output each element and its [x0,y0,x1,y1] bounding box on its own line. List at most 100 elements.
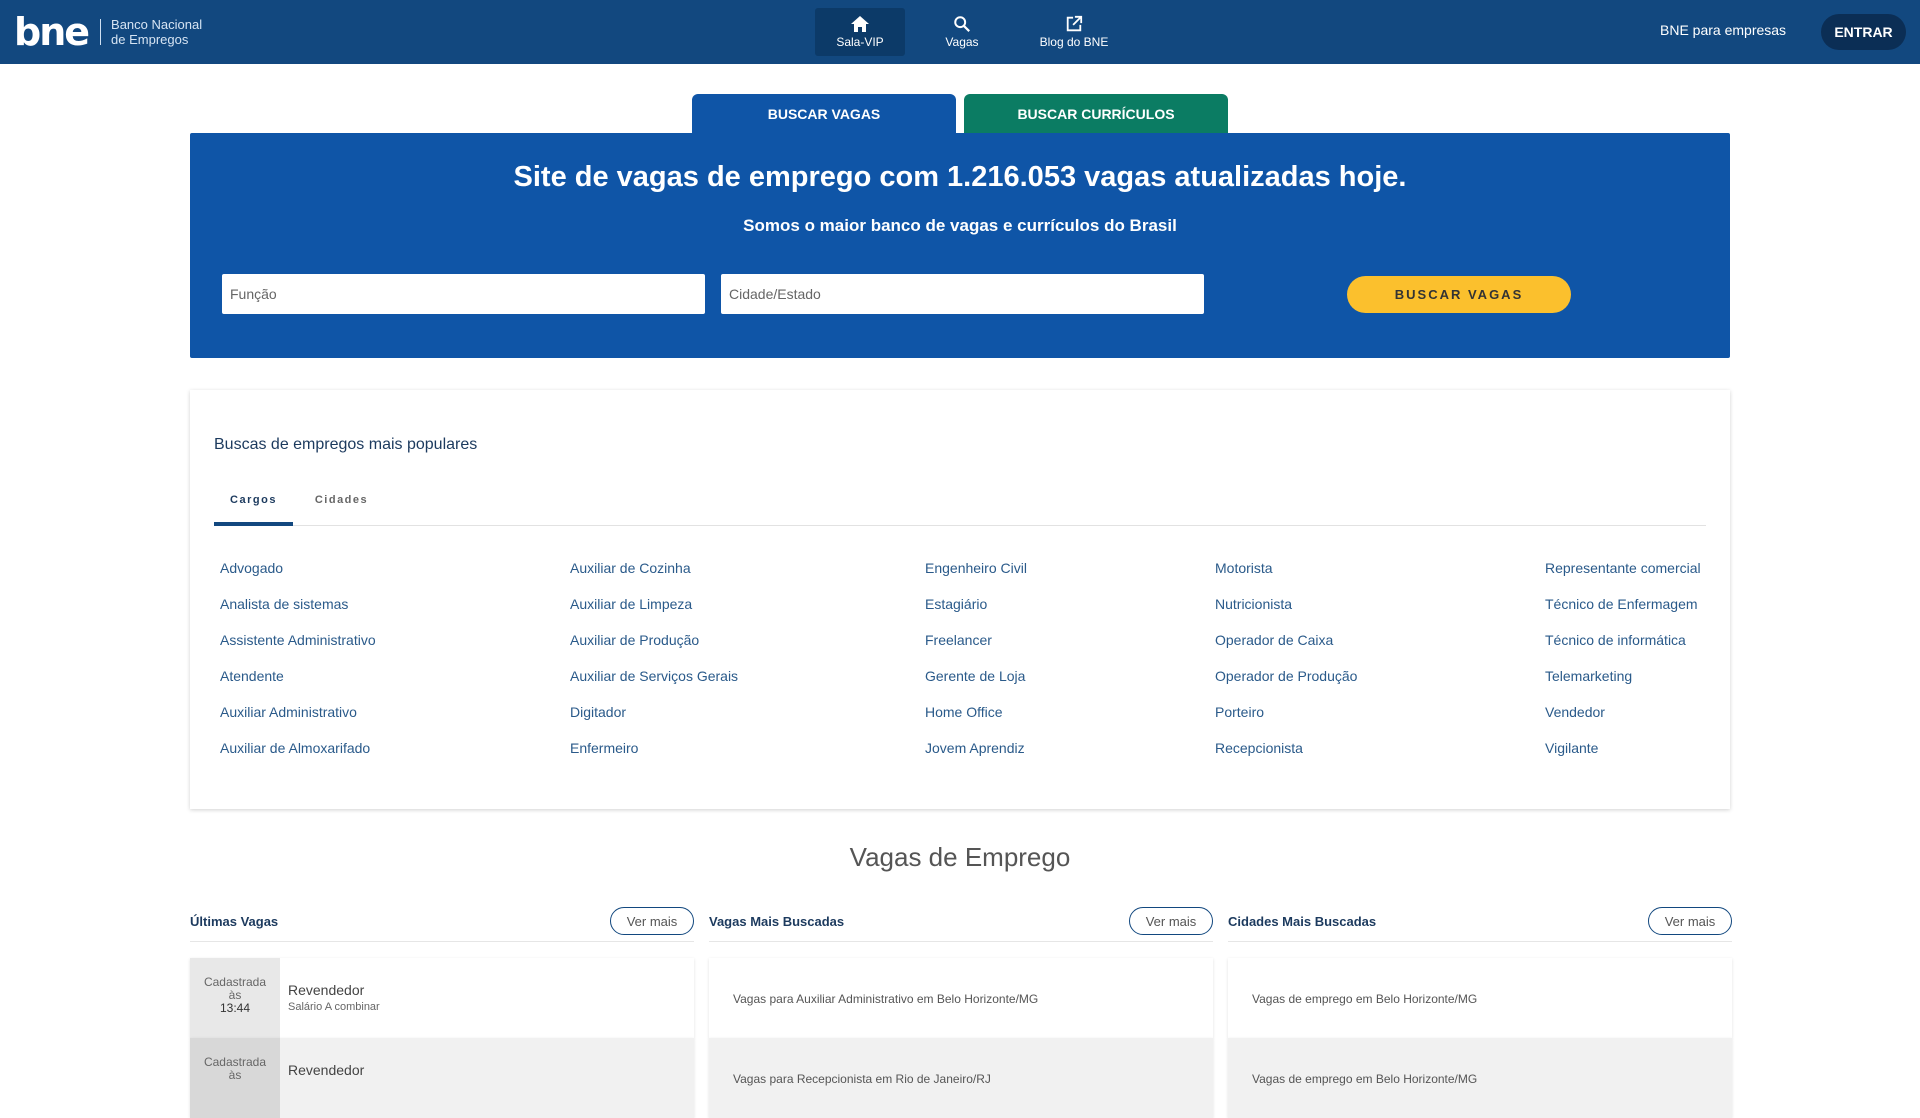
cargo-link[interactable]: Engenheiro Civil [925,560,1027,596]
nav-blog[interactable]: Blog do BNE [1019,8,1129,56]
cargo-link[interactable]: Assistente Administrativo [220,632,376,668]
nav-blog-label: Blog do BNE [1039,35,1109,49]
cargo-link[interactable]: Home Office [925,704,1027,740]
search-tabs: BUSCAR VAGAS BUSCAR CURRÍCULOS [692,94,1228,134]
cargo-link[interactable]: Recepcionista [1215,740,1357,776]
cargos-column-1: Advogado Analista de sistemas Assistente… [220,560,376,776]
funcao-input[interactable] [222,274,705,314]
logo-text-line1: Banco Nacional [111,17,203,32]
cargo-link[interactable]: Operador de Produção [1215,668,1357,704]
hero-search-panel: Site de vagas de emprego com 1.216.053 v… [190,133,1730,358]
cargo-link[interactable]: Representante comercial [1545,560,1701,596]
cargo-link[interactable]: Jovem Aprendiz [925,740,1027,776]
bne-logo[interactable]: bne Banco Nacional de Empregos [14,12,202,52]
cargos-column-5: Representante comercial Técnico de Enfer… [1545,560,1701,776]
cargos-column-4: Motorista Nutricionista Operador de Caix… [1215,560,1357,776]
bne-empresas-link[interactable]: BNE para empresas [1660,22,1786,38]
busca-link: Vagas para Recepcionista em Rio de Janei… [733,1072,991,1086]
vaga-title: Revendedor [288,1062,365,1078]
vaga-title: Revendedor [288,982,365,998]
cargo-link[interactable]: Auxiliar de Limpeza [570,596,738,632]
cidade-link: Vagas de emprego em Belo Horizonte/MG [1252,992,1478,1006]
vaga-time-value: 13:44 [219,1001,251,1015]
popular-searches-card: Buscas de empregos mais populares Cargos… [190,390,1730,809]
ver-mais-button[interactable]: Ver mais [1129,907,1213,935]
vagas-mais-buscadas-column: Vagas Mais Buscadas Ver mais Vagas para … [709,906,1213,1118]
cidades-mais-buscadas-column: Cidades Mais Buscadas Ver mais Vagas de … [1228,906,1732,1118]
external-link-icon [1066,15,1083,32]
cargo-link[interactable]: Operador de Caixa [1215,632,1357,668]
vagas-section-title: Vagas de Emprego [849,842,1071,872]
nav-vagas[interactable]: Vagas [917,8,1007,56]
vaga-card[interactable]: Cadastrada às 13:44 Revendedor Salário A… [190,958,694,1038]
logo-text-line2: de Empregos [111,32,189,47]
vaga-card[interactable]: Cadastrada às Revendedor [190,1038,694,1118]
vaga-cadastrada-label: Cadastrada [203,1055,267,1069]
nav-sala-vip[interactable]: Sala-VIP [815,8,905,56]
busca-link: Vagas para Auxiliar Administrativo em Be… [733,992,1039,1006]
cargo-link[interactable]: Auxiliar de Almoxarifado [220,740,376,776]
logo-divider [100,19,102,45]
vagas-mais-buscadas-title: Vagas Mais Buscadas [709,914,845,929]
tab-cargos[interactable]: Cargos [214,494,293,526]
main-nav: Sala-VIP Vagas Blog do BNE [815,8,1129,56]
cidade-estado-input[interactable] [721,274,1204,314]
cargo-link[interactable]: Analista de sistemas [220,596,376,632]
top-navbar: bne Banco Nacional de Empregos Sala-VIP … [0,0,1920,64]
cargo-link[interactable]: Estagiário [925,596,1027,632]
nav-sala-vip-label: Sala-VIP [836,35,884,49]
cargos-column-2: Auxiliar de Cozinha Auxiliar de Limpeza … [570,560,738,776]
cargo-link[interactable]: Vigilante [1545,740,1701,776]
cidades-mais-buscadas-header: Cidades Mais Buscadas Ver mais [1228,906,1732,942]
cidade-card[interactable]: Vagas de emprego em Belo Horizonte/MG [1228,958,1732,1038]
cargo-link[interactable]: Motorista [1215,560,1357,596]
tab-cidades[interactable]: Cidades [294,494,389,526]
cargo-link[interactable]: Advogado [220,560,376,596]
tab-buscar-vagas[interactable]: BUSCAR VAGAS [692,94,956,134]
vaga-cadastrada-label: Cadastrada [203,975,267,989]
logo-text: Banco Nacional de Empregos [111,17,202,47]
hero-subtitle: Somos o maior banco de vagas e currículo… [743,216,1177,235]
tab-buscar-curriculos[interactable]: BUSCAR CURRÍCULOS [964,94,1228,134]
cargo-link[interactable]: Telemarketing [1545,668,1701,704]
popular-tabs: Cargos Cidades [214,494,1706,526]
cargo-link[interactable]: Freelancer [925,632,1027,668]
cargo-link[interactable]: Auxiliar de Serviços Gerais [570,668,738,704]
vaga-time: Cadastrada às 13:44 [190,958,280,1038]
nav-vagas-label: Vagas [945,35,979,49]
ver-mais-button[interactable]: Ver mais [1648,907,1732,935]
cidades-mais-buscadas-title: Cidades Mais Buscadas [1228,914,1377,929]
cargo-link[interactable]: Porteiro [1215,704,1357,740]
cargo-link[interactable]: Vendedor [1545,704,1701,740]
ver-mais-button[interactable]: Ver mais [610,907,694,935]
cidade-link: Vagas de emprego em Belo Horizonte/MG [1252,1072,1478,1086]
vaga-salary: Salário A combinar [288,1001,380,1013]
cargos-column-3: Engenheiro Civil Estagiário Freelancer G… [925,560,1027,776]
vaga-time: Cadastrada às [190,1038,280,1118]
cargo-link[interactable]: Digitador [570,704,738,740]
busca-card[interactable]: Vagas para Auxiliar Administrativo em Be… [709,958,1213,1038]
ultimas-vagas-header: Últimas Vagas Ver mais [190,906,694,942]
hero-title: Site de vagas de emprego com 1.216.053 v… [513,161,1407,193]
entrar-button[interactable]: ENTRAR [1821,14,1906,50]
vaga-as-label: às [228,988,242,1002]
cargo-link[interactable]: Auxiliar de Cozinha [570,560,738,596]
cargo-link[interactable]: Enfermeiro [570,740,738,776]
busca-card[interactable]: Vagas para Recepcionista em Rio de Janei… [709,1038,1213,1118]
cidade-card[interactable]: Vagas de emprego em Belo Horizonte/MG [1228,1038,1732,1118]
cargo-link[interactable]: Auxiliar de Produção [570,632,738,668]
cargo-link[interactable]: Técnico de informática [1545,632,1701,668]
cargo-link[interactable]: Técnico de Enfermagem [1545,596,1701,632]
cargo-link[interactable]: Nutricionista [1215,596,1357,632]
cargo-link[interactable]: Auxiliar Administrativo [220,704,376,740]
cargo-link[interactable]: Gerente de Loja [925,668,1027,704]
ultimas-vagas-column: Últimas Vagas Ver mais Cadastrada às 13:… [190,906,694,1118]
search-icon [954,16,970,32]
cargo-link[interactable]: Atendente [220,668,376,704]
ultimas-vagas-title: Últimas Vagas [190,914,279,929]
logo-mark: bne [14,10,90,54]
home-icon [851,16,869,32]
buscar-vagas-button[interactable]: BUSCAR VAGAS [1347,276,1571,313]
popular-searches-title: Buscas de empregos mais populares [214,436,478,453]
vagas-mais-buscadas-header: Vagas Mais Buscadas Ver mais [709,906,1213,942]
